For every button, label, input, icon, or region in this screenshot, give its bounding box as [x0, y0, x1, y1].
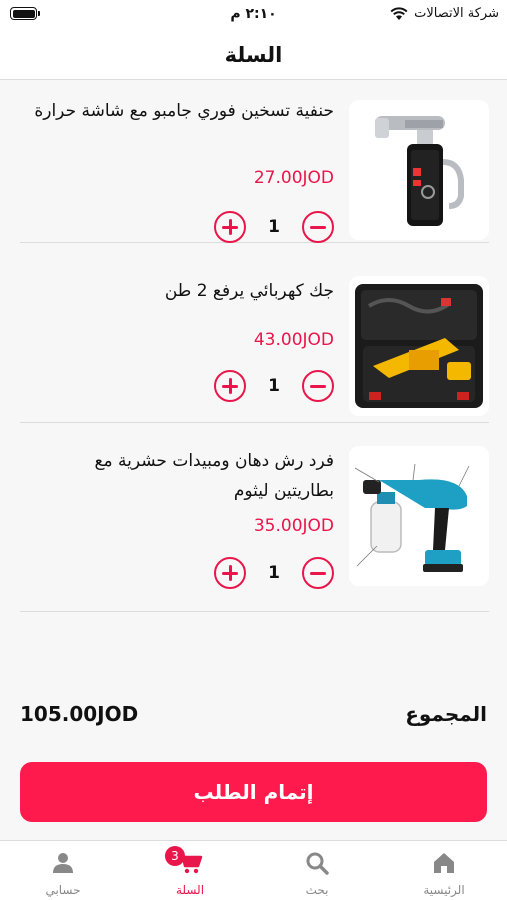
- quantity-value: 1: [268, 217, 280, 237]
- decrease-quantity-button[interactable]: [302, 211, 334, 243]
- nav-item-account[interactable]: حسابي: [0, 841, 126, 900]
- quantity-stepper: 1: [214, 556, 334, 590]
- item-price: 27.00JOD: [253, 168, 334, 188]
- item-name: فرد رش دهان ومبيدات حشرية مع بطاريتين لي…: [94, 451, 334, 501]
- spray-gun-image[interactable]: [349, 446, 489, 586]
- status-carrier: شركة الاتصالات: [390, 6, 499, 21]
- minus-icon: [310, 571, 326, 575]
- total-label: المجموع: [405, 702, 487, 726]
- cart-item: حنفية تسخين فوري جامبو مع شاشة حرارة 27.…: [20, 88, 489, 243]
- checkout-button[interactable]: إتمام الطلب: [20, 762, 487, 822]
- decrease-quantity-button[interactable]: [302, 370, 334, 402]
- jack-kit-image[interactable]: [349, 276, 489, 416]
- nav-item-cart[interactable]: 3 السلة: [127, 841, 253, 900]
- item-name: جك كهربائي يرفع 2 طن: [164, 281, 334, 301]
- nav-label: السلة: [175, 883, 205, 897]
- cart-item: فرد رش دهان ومبيدات حشرية مع بطاريتين لي…: [20, 424, 489, 612]
- quantity-value: 1: [268, 376, 280, 396]
- bottom-nav: الرئيسية بحث 3 السلة حسابي: [0, 840, 507, 900]
- item-name: حنفية تسخين فوري جامبو مع شاشة حرارة: [34, 101, 334, 121]
- quantity-stepper: 1: [214, 210, 334, 244]
- item-price: 35.00JOD: [253, 516, 334, 536]
- item-price: 43.00JOD: [253, 330, 334, 350]
- home-icon: [434, 853, 454, 873]
- cart-count-badge: 3: [165, 846, 185, 866]
- search-icon: [306, 852, 329, 875]
- nav-item-home[interactable]: الرئيسية: [381, 841, 507, 900]
- user-icon: [53, 853, 73, 873]
- quantity-stepper: 1: [214, 369, 334, 403]
- nav-item-search[interactable]: بحث: [254, 841, 380, 900]
- minus-icon: [310, 225, 326, 229]
- total-value: 105.00JOD: [20, 702, 139, 726]
- header: السلة: [0, 30, 507, 80]
- wifi-icon: [390, 6, 408, 20]
- decrease-quantity-button[interactable]: [302, 557, 334, 589]
- cart-item: جك كهربائي يرفع 2 طن 43.00JOD 1: [20, 268, 489, 423]
- minus-icon: [310, 384, 326, 388]
- total-row: المجموع 105.00JOD: [20, 702, 487, 736]
- nav-label: الرئيسية: [423, 883, 465, 897]
- quantity-value: 1: [268, 563, 280, 583]
- status-bar: ٢:١٠ م شركة الاتصالات: [0, 0, 507, 30]
- nav-label: حسابي: [45, 883, 81, 897]
- nav-label: بحث: [305, 883, 329, 897]
- increase-quantity-button[interactable]: [214, 211, 246, 243]
- page-title: السلة: [224, 42, 283, 67]
- carrier-name: شركة الاتصالات: [414, 6, 499, 21]
- increase-quantity-button[interactable]: [214, 370, 246, 402]
- increase-quantity-button[interactable]: [214, 557, 246, 589]
- faucet-image[interactable]: [349, 100, 489, 240]
